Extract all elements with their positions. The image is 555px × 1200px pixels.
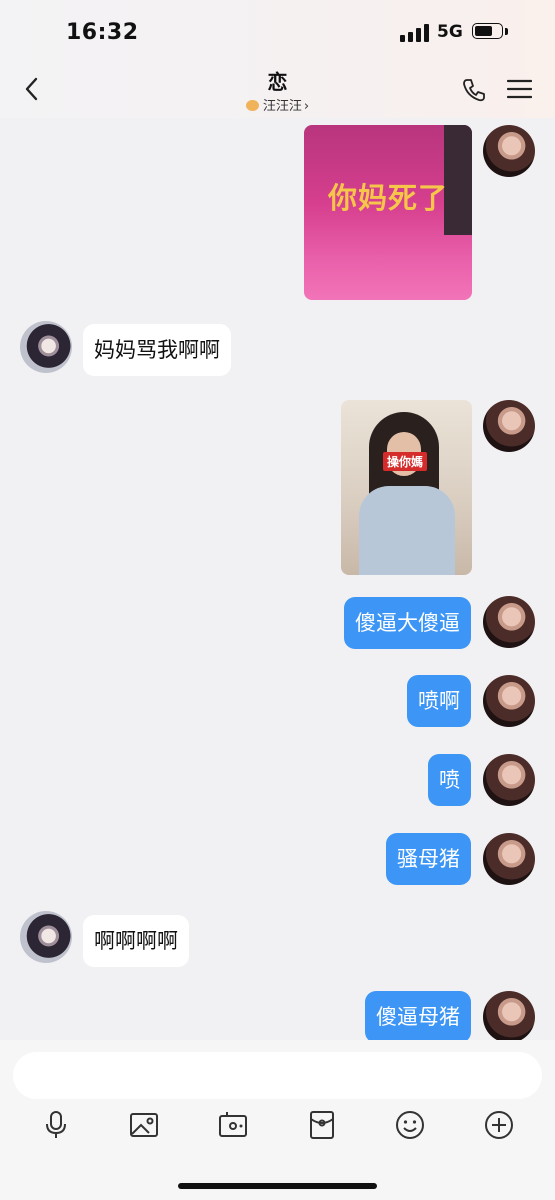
message-bubble[interactable]: 喷	[428, 754, 471, 806]
contact-avatar[interactable]	[20, 321, 72, 373]
status-time: 16:32	[66, 20, 139, 45]
menu-icon[interactable]	[507, 79, 532, 99]
image-message[interactable]: 操你媽	[341, 400, 472, 575]
message-bubble[interactable]: 啊啊啊啊	[83, 915, 189, 967]
message-bubble[interactable]: 骚母猪	[386, 833, 471, 885]
battery-icon	[472, 23, 508, 41]
message-bubble[interactable]: 傻逼大傻逼	[344, 597, 471, 649]
my-avatar[interactable]	[483, 675, 535, 727]
chat-area[interactable]: 你妈死了 妈妈骂我啊啊 操你媽 傻逼大傻逼 喷啊 喷 骚母猪 啊啊啊啊 傻逼母猪	[0, 118, 555, 1043]
dog-emoji-icon	[245, 100, 259, 111]
network-type: 5G	[437, 22, 463, 42]
camera-icon[interactable]	[218, 1110, 248, 1140]
emoji-icon[interactable]	[395, 1110, 425, 1140]
message-input[interactable]	[13, 1052, 542, 1099]
image-detail	[359, 486, 455, 575]
my-avatar[interactable]	[483, 400, 535, 452]
image-icon[interactable]	[129, 1110, 159, 1140]
home-indicator[interactable]	[178, 1183, 377, 1189]
microphone-icon[interactable]	[41, 1110, 71, 1140]
signal-icon	[400, 24, 430, 42]
red-packet-icon[interactable]	[307, 1110, 337, 1140]
my-avatar[interactable]	[483, 596, 535, 648]
my-avatar[interactable]	[483, 754, 535, 806]
my-avatar[interactable]	[483, 125, 535, 177]
image-message[interactable]: 你妈死了	[304, 125, 472, 300]
top-bar: 16:32 5G 恋 汪汪汪 ›	[0, 0, 555, 118]
image-overlay-text: 你妈死了	[327, 181, 448, 215]
my-avatar[interactable]	[483, 991, 535, 1043]
image-overlay-text: 操你媽	[383, 452, 428, 471]
message-bubble[interactable]: 妈妈骂我啊啊	[83, 324, 231, 376]
contact-avatar[interactable]	[20, 911, 72, 963]
phone-icon[interactable]	[461, 77, 487, 103]
chevron-right-icon: ›	[303, 99, 310, 114]
message-bubble[interactable]: 傻逼母猪	[365, 991, 471, 1043]
plus-icon[interactable]	[484, 1110, 514, 1140]
subtitle-text: 汪汪汪	[262, 99, 302, 114]
message-bubble[interactable]: 喷啊	[407, 675, 471, 727]
input-bar	[0, 1040, 555, 1200]
my-avatar[interactable]	[483, 833, 535, 885]
